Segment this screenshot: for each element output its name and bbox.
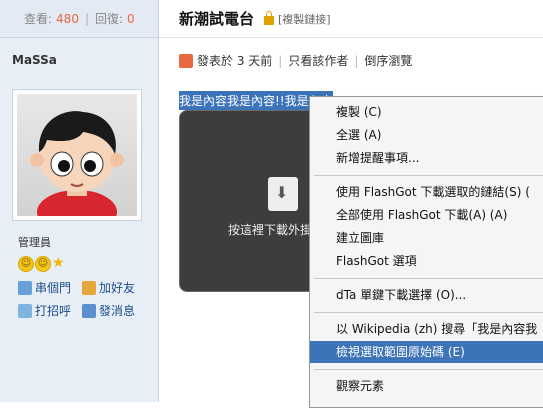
add-friend-icon: [82, 280, 96, 295]
menu-item-flashgot-all[interactable]: 全部使用 FlashGot 下載(A) (A): [310, 204, 543, 226]
post-sidebar: 查看: 480 | 回復: 0 MaSSa 管理員 ☺ ☺ ★ 串個門 加好友 …: [0, 0, 159, 402]
greet-icon: [18, 303, 32, 318]
replies-label: 回復:: [95, 12, 124, 26]
copy-link-button[interactable]: [複製鏈接]: [278, 11, 331, 27]
views-count: 480: [56, 11, 79, 26]
menu-item-select-all[interactable]: 全選 (A): [310, 124, 543, 146]
menu-item-copy[interactable]: 複製 (C): [310, 101, 543, 123]
user-role: 管理員: [18, 236, 51, 249]
message-icon: [82, 303, 96, 318]
add-friend-link[interactable]: 加好友: [82, 279, 152, 296]
menu-item-inspect-element[interactable]: 觀察元素: [310, 375, 543, 397]
smiley-badge-icon: ☺: [35, 256, 51, 272]
send-message-label: 發消息: [99, 304, 136, 318]
menu-item-flashgot-selected[interactable]: 使用 FlashGot 下載選取的鏈結(S) (: [310, 181, 543, 203]
menu-separator: [314, 175, 543, 176]
add-friend-label: 加好友: [99, 281, 136, 295]
menu-item-view-selection-source[interactable]: 檢視選取範圍原始碼 (E): [310, 341, 543, 363]
thread-header: 新潮試電台 [複製鏈接]: [159, 0, 543, 38]
author-username[interactable]: MaSSa: [12, 53, 57, 67]
replies-count: 0: [127, 11, 135, 26]
visit-link[interactable]: 串個門: [18, 279, 82, 296]
smiley-badge-icon: ☺: [18, 256, 34, 272]
views-label: 查看:: [24, 12, 53, 26]
house-icon: [18, 280, 32, 295]
menu-item-wikipedia-search[interactable]: 以 Wikipedia (zh) 搜尋「我是內容我: [310, 318, 543, 340]
reverse-view-link[interactable]: 倒序瀏覽: [364, 52, 412, 69]
post-time: 發表於 3 天前: [197, 54, 273, 68]
author-icon: [179, 53, 193, 68]
user-actions: 串個門 加好友 打招呼 發消息: [18, 279, 152, 319]
menu-item-flashgot-options[interactable]: FlashGot 選項: [310, 250, 543, 272]
lock-icon: [264, 11, 275, 25]
menu-separator: [314, 312, 543, 313]
greet-label: 打招呼: [35, 304, 72, 318]
cartoon-avatar-icon: [30, 111, 124, 216]
stats-divider: |: [84, 11, 89, 26]
menu-item-add-reminder[interactable]: 新增提醒事項...: [310, 147, 543, 169]
menu-separator: [314, 278, 543, 279]
author-only-link[interactable]: 只看該作者: [288, 52, 348, 69]
avatar-image: [17, 94, 137, 216]
star-badge-icon: ★: [52, 255, 65, 271]
menu-item-dta-download[interactable]: dTa 單鍵下載選擇 (O)...: [310, 284, 543, 306]
meta-divider: |: [278, 53, 283, 68]
menu-separator: [314, 369, 543, 370]
user-badges: ☺ ☺ ★: [18, 256, 65, 272]
flash-download-text: 按這裡下載外掛: [228, 223, 313, 237]
send-message-link[interactable]: 發消息: [82, 302, 152, 319]
menu-item-build-gallery[interactable]: 建立圖庫: [310, 227, 543, 249]
download-icon: [268, 177, 298, 211]
avatar[interactable]: [12, 89, 142, 221]
context-menu: 複製 (C) 全選 (A) 新增提醒事項... 使用 FlashGot 下載選取…: [309, 96, 543, 408]
greet-link[interactable]: 打招呼: [18, 302, 82, 319]
meta-divider: |: [354, 53, 359, 68]
thread-stats: 查看: 480 | 回復: 0: [0, 0, 158, 38]
visit-label: 串個門: [35, 281, 72, 295]
thread-title: 新潮試電台: [179, 10, 255, 28]
post-meta: 發表於 3 天前 | 只看該作者 | 倒序瀏覽: [179, 52, 412, 69]
